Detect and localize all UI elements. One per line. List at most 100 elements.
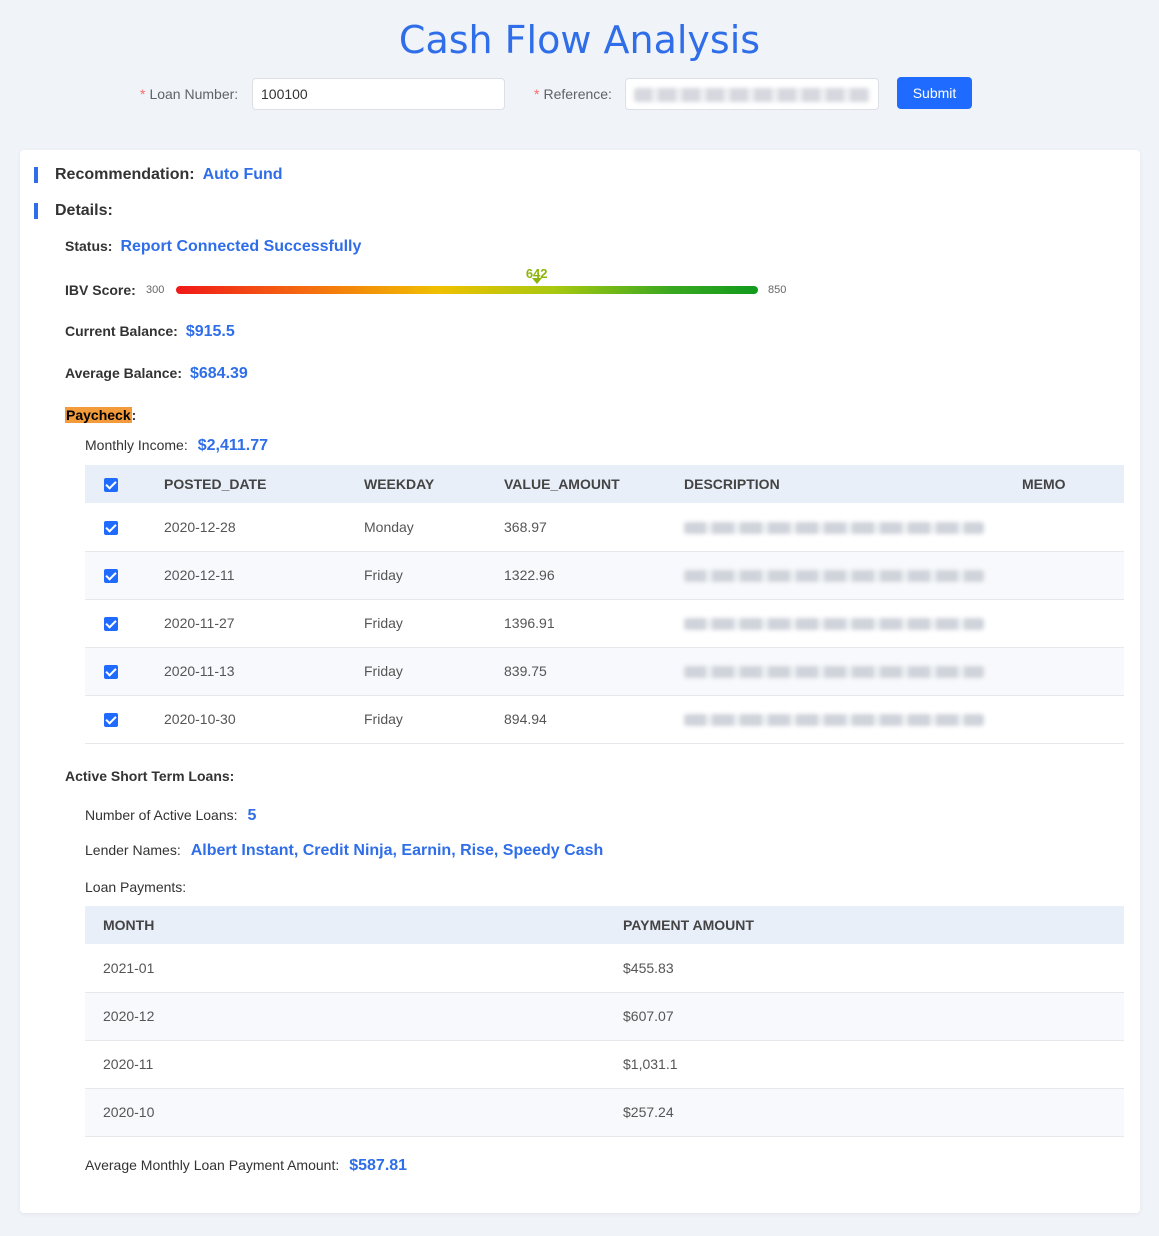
monthly-income-value: $2,411.77 bbox=[197, 437, 269, 454]
table-row: 2020-10 $257.24 bbox=[85, 1088, 1124, 1137]
posted-date: 2020-11-13 bbox=[164, 647, 364, 696]
average-balance-row: Average Balance: $684.39 bbox=[65, 365, 248, 382]
active-loans-count: 5 bbox=[247, 807, 257, 824]
col-payment-amount[interactable]: PAYMENT AMOUNT bbox=[623, 906, 1124, 944]
table-row: 2020-12-11 Friday 1322.96 bbox=[85, 551, 1124, 600]
ibv-score-max: 850 bbox=[768, 284, 787, 296]
status-row: Status: Report Connected Successfully bbox=[65, 238, 362, 255]
loan-payments-table: MONTH PAYMENT AMOUNT 2021-01 $455.83 202… bbox=[85, 906, 1124, 1137]
description bbox=[684, 599, 1022, 648]
month: 2020-10 bbox=[85, 1088, 623, 1137]
ibv-score-label: IBV Score: bbox=[65, 282, 136, 298]
payment-amount: $1,031.1 bbox=[623, 1040, 1124, 1089]
table-row: 2020-10-30 Friday 894.94 bbox=[85, 695, 1124, 744]
lender-names-row: Lender Names: Albert Instant, Credit Ninj… bbox=[85, 842, 604, 859]
checkbox-checked-icon bbox=[104, 569, 118, 584]
recommendation-value: Auto Fund bbox=[202, 166, 283, 183]
current-balance-value: $915.5 bbox=[185, 323, 235, 340]
ibv-score-marker bbox=[531, 278, 542, 284]
description bbox=[684, 503, 1022, 552]
month: 2020-11 bbox=[85, 1040, 623, 1089]
weekday: Friday bbox=[364, 695, 504, 744]
row-checkbox[interactable] bbox=[85, 695, 164, 744]
paycheck-header-row: POSTED_DATE WEEKDAY VALUE_AMOUNT DESCRIP… bbox=[85, 465, 1124, 503]
checkbox-checked-icon bbox=[104, 713, 118, 728]
weekday: Friday bbox=[364, 599, 504, 648]
table-row: 2020-12-28 Monday 368.97 bbox=[85, 503, 1124, 552]
checkbox-checked-icon bbox=[104, 520, 118, 535]
active-loans-heading: Active Short Term Loans: bbox=[65, 768, 235, 784]
row-checkbox[interactable] bbox=[85, 599, 164, 648]
redacted-description bbox=[684, 570, 984, 583]
page-title: Cash Flow Analysis bbox=[398, 18, 761, 62]
value-amount: 894.94 bbox=[504, 695, 684, 744]
value-amount: 368.97 bbox=[504, 503, 684, 552]
posted-date: 2020-10-30 bbox=[164, 695, 364, 744]
col-posted-date[interactable]: POSTED_DATE bbox=[164, 465, 364, 503]
ibv-score-min: 300 bbox=[146, 284, 165, 296]
weekday: Monday bbox=[364, 503, 504, 552]
redacted-description bbox=[684, 522, 984, 535]
paycheck-table: POSTED_DATE WEEKDAY VALUE_AMOUNT DESCRIP… bbox=[85, 465, 1124, 744]
redacted-description bbox=[684, 618, 984, 631]
average-loan-payment-value: $587.81 bbox=[349, 1157, 408, 1174]
status-value: Report Connected Successfully bbox=[120, 238, 362, 255]
loan-number-input[interactable] bbox=[252, 78, 505, 110]
payment-amount: $455.83 bbox=[623, 944, 1124, 993]
submit-button[interactable]: Submit bbox=[897, 77, 972, 109]
value-amount: 1322.96 bbox=[504, 551, 684, 600]
paycheck-heading: Paycheck: bbox=[65, 407, 137, 423]
redacted-description bbox=[684, 714, 984, 727]
payment-amount: $257.24 bbox=[623, 1088, 1124, 1137]
row-checkbox[interactable] bbox=[85, 503, 164, 552]
col-value-amount[interactable]: VALUE_AMOUNT bbox=[504, 465, 684, 503]
results-card: Recommendation: Auto Fund Details: Status… bbox=[20, 150, 1140, 1213]
active-loans-count-row: Number of Active Loans: 5 bbox=[85, 807, 257, 824]
col-memo[interactable]: MEMO bbox=[1022, 465, 1124, 503]
reference-input[interactable] bbox=[625, 78, 879, 110]
checkbox-checked-icon bbox=[104, 665, 118, 680]
table-row: 2020-11-27 Friday 1396.91 bbox=[85, 599, 1124, 648]
redacted-reference bbox=[634, 88, 870, 102]
description bbox=[684, 695, 1022, 744]
col-description[interactable]: DESCRIPTION bbox=[684, 465, 1022, 503]
col-weekday[interactable]: WEEKDAY bbox=[364, 465, 504, 503]
average-balance-value: $684.39 bbox=[189, 365, 248, 382]
ibv-score-bar bbox=[176, 286, 758, 294]
value-amount: 839.75 bbox=[504, 647, 684, 696]
details-heading: Details: bbox=[34, 202, 113, 220]
select-all-checkbox[interactable] bbox=[85, 465, 164, 503]
posted-date: 2020-12-11 bbox=[164, 551, 364, 600]
col-month[interactable]: MONTH bbox=[85, 906, 623, 944]
row-checkbox[interactable] bbox=[85, 647, 164, 696]
memo bbox=[1022, 599, 1124, 648]
redacted-description bbox=[684, 666, 984, 679]
lender-names-value: Albert Instant, Credit Ninja, Earnin, Ri… bbox=[190, 842, 604, 859]
table-row: 2021-01 $455.83 bbox=[85, 944, 1124, 993]
table-row: 2020-11 $1,031.1 bbox=[85, 1040, 1124, 1089]
search-bar: *Loan Number: *Reference: Submit bbox=[0, 77, 1159, 111]
payment-amount: $607.07 bbox=[623, 992, 1124, 1041]
checkbox-checked-icon bbox=[104, 617, 118, 632]
posted-date: 2020-12-28 bbox=[164, 503, 364, 552]
weekday: Friday bbox=[364, 551, 504, 600]
average-loan-payment-row: Average Monthly Loan Payment Amount: $587… bbox=[85, 1157, 408, 1174]
recommendation-heading: Recommendation: Auto Fund bbox=[34, 166, 283, 184]
row-checkbox[interactable] bbox=[85, 551, 164, 600]
value-amount: 1396.91 bbox=[504, 599, 684, 648]
description bbox=[684, 551, 1022, 600]
memo bbox=[1022, 551, 1124, 600]
month: 2021-01 bbox=[85, 944, 623, 993]
memo bbox=[1022, 503, 1124, 552]
loan-payments-header-row: MONTH PAYMENT AMOUNT bbox=[85, 906, 1124, 944]
posted-date: 2020-11-27 bbox=[164, 599, 364, 648]
description bbox=[684, 647, 1022, 696]
table-row: 2020-12 $607.07 bbox=[85, 992, 1124, 1041]
monthly-income-row: Monthly Income: $2,411.77 bbox=[85, 437, 269, 454]
checkbox-checked-icon bbox=[104, 478, 118, 493]
paycheck-highlight: Paycheck bbox=[65, 407, 132, 423]
weekday: Friday bbox=[364, 647, 504, 696]
loan-number-label: * Loan Number: bbox=[140, 86, 239, 102]
current-balance-row: Current Balance: $915.5 bbox=[65, 323, 235, 340]
memo bbox=[1022, 695, 1124, 744]
